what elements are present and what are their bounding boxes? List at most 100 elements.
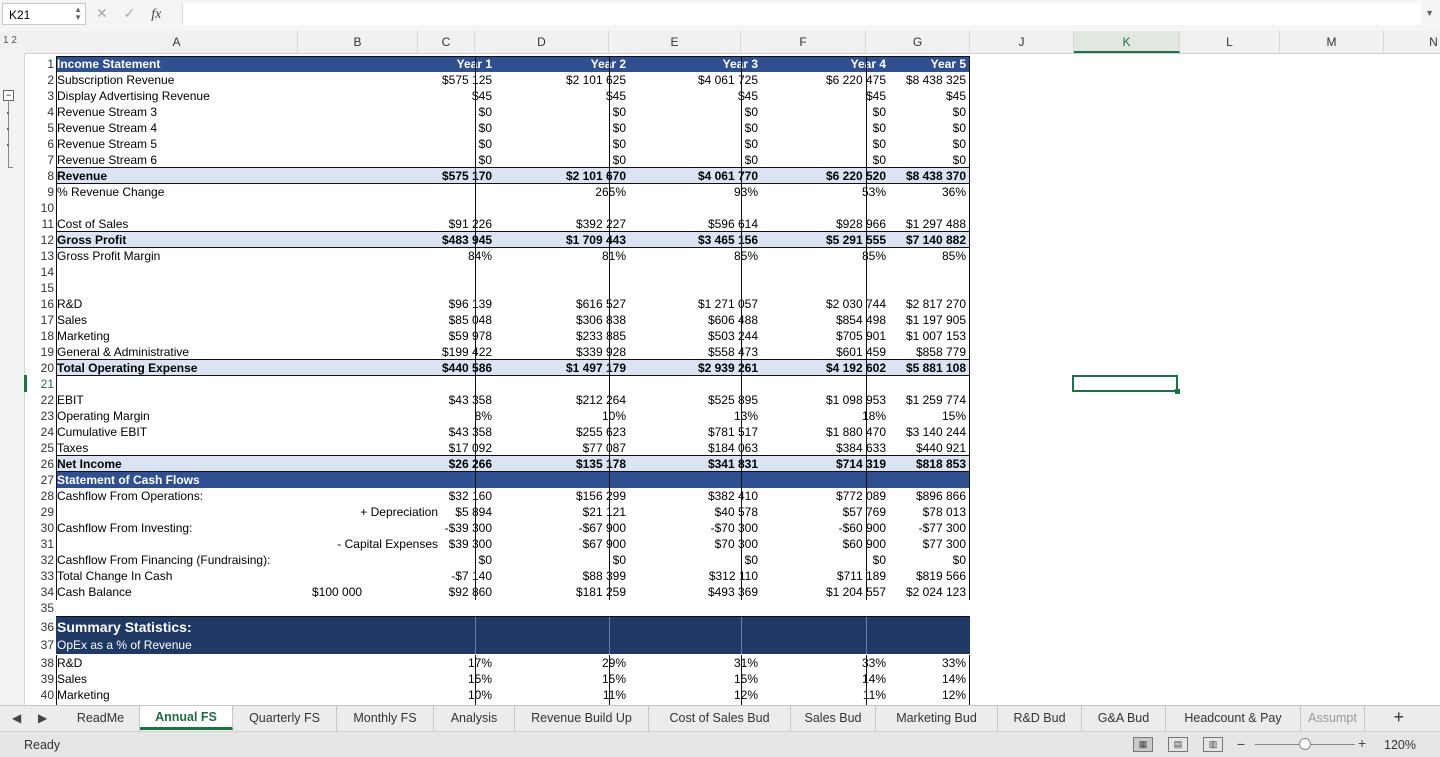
row-number[interactable]: 36: [24, 617, 54, 637]
row-number[interactable]: 21: [24, 376, 54, 392]
cell-g[interactable]: 33%: [889, 655, 969, 671]
cell-c[interactable]: $45: [442, 88, 495, 104]
table-row[interactable]: 26 Net Income $26 266 $135 178 $341 831 $714 …: [24, 456, 1440, 472]
cell-a[interactable]: Cashflow From Operations:: [56, 488, 310, 504]
add-sheet-icon[interactable]: +: [1393, 707, 1404, 728]
cell-g[interactable]: $77 300: [889, 536, 969, 552]
expand-formula-bar-icon[interactable]: ▼: [1425, 8, 1434, 18]
table-row[interactable]: 25 Taxes $17 092 $77 087 $184 063 $384 633 $44…: [24, 440, 1440, 456]
row-number[interactable]: 3: [24, 88, 54, 104]
insert-function-icon[interactable]: fx: [151, 7, 161, 22]
cell-a[interactable]: [56, 264, 310, 280]
cell-g[interactable]: $0: [889, 120, 969, 136]
cell-c[interactable]: $92 860: [442, 584, 495, 600]
sheet-tab-annual-fs[interactable]: Annual FS: [140, 706, 233, 730]
cell-g[interactable]: $440 921: [889, 440, 969, 456]
row-number[interactable]: 11: [24, 216, 54, 232]
summary-subtitle[interactable]: OpEx as a % of Revenue: [56, 637, 310, 653]
cell-c[interactable]: $17 092: [442, 440, 495, 456]
cell-f[interactable]: Year 4: [761, 56, 889, 72]
cell-a[interactable]: Cash Balance: [56, 584, 310, 600]
cell-g[interactable]: $1 259 774: [889, 392, 969, 408]
row-number[interactable]: 33: [24, 568, 54, 584]
row-number[interactable]: 30: [24, 520, 54, 536]
prev-sheet-icon[interactable]: ◀: [12, 711, 21, 725]
cell-c[interactable]: $39 300: [442, 536, 495, 552]
cell-g[interactable]: 85%: [889, 248, 969, 264]
cell-a[interactable]: Revenue Stream 3: [56, 104, 310, 120]
column-header-g[interactable]: G: [866, 31, 970, 53]
table-row[interactable]: 6 Revenue Stream 5 $0 $0 $0 $0 $0: [24, 136, 1440, 152]
row-number[interactable]: 38: [24, 655, 54, 671]
table-row[interactable]: 21: [24, 376, 1440, 392]
table-row[interactable]: 3 Display Advertising Revenue $45 $45 $45 $45…: [24, 88, 1440, 104]
cell-a[interactable]: EBIT: [56, 392, 310, 408]
cell-a[interactable]: R&D: [56, 296, 310, 312]
cell-a[interactable]: Statement of Cash Flows: [56, 472, 310, 488]
column-header-l[interactable]: L: [1180, 31, 1280, 53]
cell-b[interactable]: + Depreciation: [310, 504, 442, 520]
cell-f[interactable]: 11%: [761, 687, 889, 703]
table-row[interactable]: 10: [24, 200, 1440, 216]
cell-a[interactable]: Income Statement: [56, 56, 310, 72]
table-row[interactable]: 16 R&D $96 139 $616 527 $1 271 057 $2 030 744…: [24, 296, 1440, 312]
cell-f[interactable]: $1 880 470: [761, 424, 889, 440]
row-number[interactable]: 15: [24, 280, 54, 296]
cell-a[interactable]: Sales: [56, 671, 310, 687]
cell-c[interactable]: 10%: [442, 687, 495, 703]
row-number[interactable]: 22: [24, 392, 54, 408]
row-number[interactable]: 5: [24, 120, 54, 136]
row-number[interactable]: 28: [24, 488, 54, 504]
sheet-tab-cost-of-sales-bud[interactable]: Cost of Sales Bud: [649, 706, 791, 731]
column-header-j[interactable]: J: [970, 31, 1074, 53]
row-number[interactable]: 25: [24, 440, 54, 456]
table-row[interactable]: 23 Operating Margin 8% 10% 13% 18% 15%: [24, 408, 1440, 424]
table-row[interactable]: 28 Cashflow From Operations: $32 160 $156 2…: [24, 488, 1440, 504]
cell-c[interactable]: Year 1: [442, 56, 495, 72]
column-header-d[interactable]: D: [475, 31, 609, 53]
cell-a[interactable]: Net Income: [56, 456, 310, 472]
table-row[interactable]: 33 Total Change In Cash -$7 140 $88 399 $312…: [24, 568, 1440, 584]
table-row[interactable]: 18 Marketing $59 978 $233 885 $503 244 $705 9…: [24, 328, 1440, 344]
cell-f[interactable]: 18%: [761, 408, 889, 424]
cell-c[interactable]: 84%: [442, 248, 495, 264]
cell-c[interactable]: $5 894: [442, 504, 495, 520]
cell-g[interactable]: $858 779: [889, 344, 969, 360]
row-number[interactable]: 37: [24, 637, 54, 653]
row-number[interactable]: 9: [24, 184, 54, 200]
cell-c[interactable]: -$7 140: [442, 568, 495, 584]
cell-f[interactable]: 14%: [761, 671, 889, 687]
table-row[interactable]: 14: [24, 264, 1440, 280]
cell-c[interactable]: $0: [442, 136, 495, 152]
cell-f[interactable]: $601 459: [761, 344, 889, 360]
cell-g[interactable]: Year 5: [889, 56, 969, 72]
cell-c[interactable]: $43 358: [442, 392, 495, 408]
cell-f[interactable]: $0: [761, 152, 889, 168]
cell-a[interactable]: Gross Profit Margin: [56, 248, 310, 264]
cell-a[interactable]: R&D: [56, 655, 310, 671]
row-number[interactable]: 14: [24, 264, 54, 280]
sheet-tab-readme[interactable]: ReadMe: [62, 706, 140, 731]
cell-c[interactable]: $43 358: [442, 424, 495, 440]
cell-g[interactable]: $818 853: [889, 456, 969, 472]
table-row[interactable]: 30 Cashflow From Investing: -$39 300 -$67 9…: [24, 520, 1440, 536]
column-header-c[interactable]: C: [418, 31, 475, 53]
table-row[interactable]: 24 Cumulative EBIT $43 358 $255 623 $781 517…: [24, 424, 1440, 440]
cell-a[interactable]: % Revenue Change: [56, 184, 310, 200]
cell-a[interactable]: Revenue: [56, 168, 310, 184]
table-row[interactable]: 13 Gross Profit Margin 84% 81% 85% 85% 85%: [24, 248, 1440, 264]
row-number[interactable]: 34: [24, 584, 54, 600]
row-number[interactable]: 16: [24, 296, 54, 312]
zoom-slider-handle[interactable]: [1299, 738, 1311, 750]
row-number[interactable]: 32: [24, 552, 54, 568]
row-number[interactable]: 27: [24, 472, 54, 488]
cell-a[interactable]: [56, 600, 310, 616]
cell-c[interactable]: $0: [442, 152, 495, 168]
next-sheet-icon[interactable]: ▶: [38, 711, 47, 725]
cell-a[interactable]: Cost of Sales: [56, 216, 310, 232]
cell-c[interactable]: 15%: [442, 671, 495, 687]
table-row[interactable]: 11 Cost of Sales $91 226 $392 227 $596 614 $9…: [24, 216, 1440, 232]
cell-f[interactable]: $711 189: [761, 568, 889, 584]
cell-f[interactable]: $6 220 475: [761, 72, 889, 88]
column-header-m[interactable]: M: [1280, 31, 1384, 53]
